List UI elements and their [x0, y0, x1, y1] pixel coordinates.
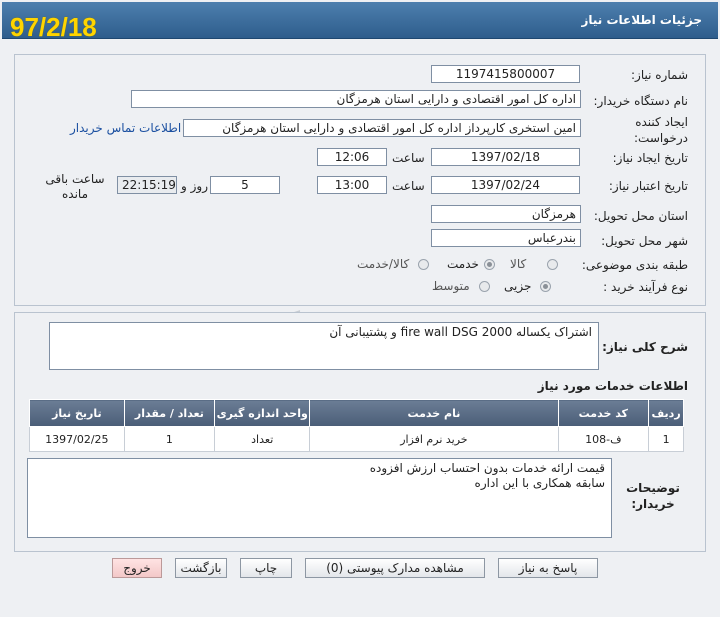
- process-radio-minor[interactable]: [540, 281, 551, 292]
- created-time-label: ساعت: [392, 151, 425, 165]
- remaining-time-field: 22:15:19: [117, 176, 177, 194]
- col-code: کد خدمت: [557, 399, 650, 427]
- header-bar: جزئیات اطلاعات نیاز: [2, 2, 718, 39]
- summary-textarea[interactable]: اشتراک یکساله fire wall DSG 2000 و پشتیب…: [49, 322, 599, 370]
- exit-button[interactable]: خروج: [112, 558, 162, 578]
- summary-label: شرح کلی نیاز:: [602, 340, 688, 354]
- buyer-contact-link[interactable]: اطلاعات تماس خریدار: [70, 121, 181, 135]
- category-radio-goods-service[interactable]: [418, 259, 429, 270]
- category-label: طبقه بندی موضوعی:: [581, 258, 688, 272]
- cell-row: 1: [648, 426, 684, 452]
- province-label: استان محل تحویل:: [593, 209, 688, 223]
- col-name: نام خدمت: [309, 399, 559, 427]
- reply-button[interactable]: پاسخ به نیاز: [498, 558, 598, 578]
- process-option-minor: جزیی: [504, 279, 532, 293]
- attachments-button[interactable]: مشاهده مدارک پیوستی (0): [305, 558, 485, 578]
- services-table: ردیف کد خدمت نام خدمت واحد اندازه گیری ت…: [29, 399, 684, 452]
- notes-label-line1: توضیحات: [626, 481, 680, 495]
- category-radio-goods[interactable]: [547, 259, 558, 270]
- col-row: ردیف: [648, 399, 684, 427]
- cell-code: ف-108: [557, 426, 650, 452]
- notes-label-line2: خریدار:: [631, 497, 675, 511]
- col-date: تاریخ نیاز: [29, 399, 125, 427]
- category-option-service: خدمت: [447, 257, 479, 271]
- creator-label-line1: ایجاد کننده: [635, 115, 688, 129]
- province-field: هرمزگان: [431, 205, 581, 223]
- services-title: اطلاعات خدمات مورد نیاز: [537, 379, 688, 393]
- remaining-label: ساعت باقی مانده: [40, 172, 110, 202]
- created-date-field: 1397/02/18: [431, 148, 580, 166]
- notes-line2: سابقه همکاری با این اداره: [474, 476, 605, 490]
- process-radio-medium[interactable]: [479, 281, 490, 292]
- col-unit: واحد اندازه گیری: [214, 399, 311, 427]
- valid-time-field: 13:00: [317, 176, 387, 194]
- valid-date-label: تاریخ اعتبار نیاز:: [608, 179, 688, 193]
- remaining-label-line1: ساعت باقی: [45, 172, 105, 186]
- back-button[interactable]: بازگشت: [175, 558, 227, 578]
- created-time-field: 12:06: [317, 148, 387, 166]
- notes-label: توضیحات خریدار:: [618, 480, 688, 512]
- buyer-label: نام دستگاه خریدار:: [593, 94, 689, 108]
- cell-name: خرید نرم افزار: [309, 426, 559, 452]
- col-qty: تعداد / مقدار: [123, 399, 216, 427]
- city-label: شهر محل تحویل:: [601, 234, 688, 248]
- creator-label-line2: درخواست:: [634, 131, 688, 145]
- date-stamp: 97/2/18: [10, 12, 97, 42]
- creator-field: امین استخری کارپرداز اداره کل امور اقتصا…: [183, 119, 581, 137]
- process-label: نوع فرآیند خرید :: [603, 280, 688, 294]
- category-radio-service[interactable]: [484, 259, 495, 270]
- cell-date: 1397/02/25: [29, 426, 125, 452]
- notes-textarea[interactable]: قیمت ارائه خدمات بدون احتساب ارزش افزوده…: [27, 458, 612, 538]
- remaining-days-field: 5: [210, 176, 280, 194]
- need-number-label: شماره نیاز:: [631, 68, 688, 82]
- remaining-label-line2: مانده: [61, 187, 88, 201]
- created-date-label: تاریخ ایجاد نیاز:: [612, 151, 688, 165]
- services-header-row: ردیف کد خدمت نام خدمت واحد اندازه گیری ت…: [29, 399, 684, 427]
- city-field: بندرعباس: [431, 229, 581, 247]
- table-row: 1 ف-108 خرید نرم افزار تعداد 1 1397/02/2…: [29, 426, 684, 452]
- print-button[interactable]: چاپ: [240, 558, 292, 578]
- valid-time-label: ساعت: [392, 179, 425, 193]
- cell-qty: 1: [123, 426, 216, 452]
- buyer-field: اداره کل امور اقتصادی و دارایی استان هرم…: [131, 90, 581, 108]
- category-option-goods-service: کالا/خدمت: [357, 257, 410, 271]
- page-title: جزئیات اطلاعات نیاز: [581, 13, 702, 27]
- category-option-goods: کالا: [510, 257, 527, 271]
- need-number-field: 1197415800007: [431, 65, 580, 83]
- creator-label: ایجاد کننده درخواست:: [634, 114, 688, 146]
- cell-unit: تعداد: [214, 426, 311, 452]
- days-label: روز و: [181, 179, 208, 193]
- process-option-medium: متوسط: [432, 279, 470, 293]
- notes-line1: قیمت ارائه خدمات بدون احتساب ارزش افزوده: [369, 461, 605, 475]
- valid-date-field: 1397/02/24: [431, 176, 580, 194]
